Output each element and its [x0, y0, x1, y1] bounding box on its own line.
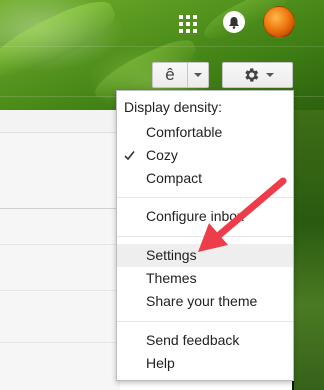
- settings-menu: Display density: Comfortable Cozy Compac…: [116, 90, 294, 381]
- menu-item-label: Themes: [146, 270, 197, 286]
- settings-gear-button[interactable]: [222, 62, 293, 88]
- menu-item-label: Send feedback: [146, 332, 240, 348]
- configure-inbox-item[interactable]: Configure inbox: [117, 205, 293, 228]
- gmail-screen: ê Display density: Comfortable Cozy Comp…: [0, 0, 324, 390]
- mail-list-rows: [0, 133, 120, 390]
- avatar[interactable]: [263, 6, 295, 38]
- share-theme-item[interactable]: Share your theme: [117, 290, 293, 313]
- menu-item-label: Help: [146, 355, 175, 371]
- menu-item-label: Cozy: [146, 147, 178, 163]
- display-density-heading: Display density:: [124, 99, 223, 115]
- menu-divider: [117, 197, 293, 198]
- density-compact[interactable]: Compact: [117, 167, 293, 190]
- menu-item-label: Comfortable: [146, 124, 223, 140]
- chevron-down-icon: [265, 73, 274, 77]
- background-leaf: [0, 0, 122, 88]
- chevron-down-icon[interactable]: [188, 73, 208, 77]
- settings-item[interactable]: Settings: [117, 244, 293, 267]
- checkmark-icon: [124, 151, 135, 161]
- menu-item-label: Settings: [146, 247, 197, 263]
- bell-icon[interactable]: [223, 11, 245, 33]
- input-tools-button[interactable]: ê: [152, 62, 209, 88]
- menu-item-label: Compact: [146, 170, 203, 186]
- menu-divider: [117, 236, 293, 237]
- input-tools-glyph: ê: [153, 63, 188, 87]
- gear-icon: [242, 66, 260, 84]
- density-cozy[interactable]: Cozy: [117, 144, 293, 167]
- send-feedback-item[interactable]: Send feedback: [117, 329, 293, 352]
- menu-divider: [117, 321, 293, 322]
- menu-item-label: Share your theme: [146, 293, 258, 309]
- density-comfortable[interactable]: Comfortable: [117, 121, 293, 144]
- help-item[interactable]: Help: [117, 352, 293, 375]
- background-edge: [294, 110, 324, 390]
- header-divider: [0, 46, 324, 47]
- themes-item[interactable]: Themes: [117, 267, 293, 290]
- bell-glyph: [229, 16, 239, 29]
- apps-grid-icon[interactable]: [179, 15, 197, 33]
- menu-item-label: Configure inbox: [146, 208, 245, 224]
